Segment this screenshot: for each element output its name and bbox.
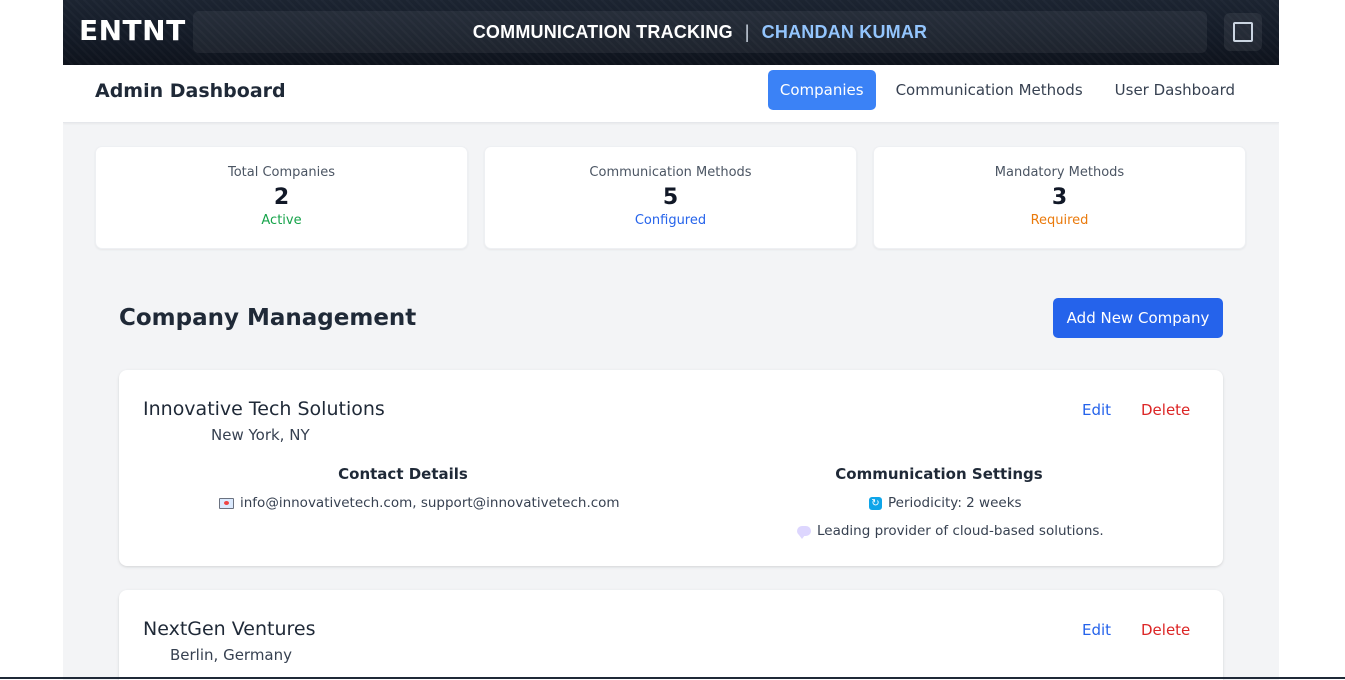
company-name: Innovative Tech Solutions [143,398,385,420]
stat-status: Configured [634,213,707,228]
user-name: CHANDAN KUMAR [761,21,928,42]
window-bottom-border [0,677,1345,679]
company-card: NextGen Ventures Berlin, Germany Edit De… [119,590,1223,680]
section-title: Company Management [119,305,417,331]
periodicity-row: ↻ Periodicity: 2 weeks [869,495,1022,511]
delete-button[interactable]: Delete [1141,621,1190,639]
stat-status: Required [1030,213,1089,228]
stat-value: 5 [662,185,679,210]
stat-card-total-companies: Total Companies 2 Active [95,146,468,249]
repeat-icon: ↻ [869,496,882,510]
square-icon [1233,22,1253,42]
app-title: COMMUNICATION TRACKING [472,21,733,42]
stat-card-mandatory-methods: Mandatory Methods 3 Required [873,146,1246,249]
tab-communication-methods[interactable]: Communication Methods [884,70,1095,110]
email-icon [219,497,234,509]
stats-row: Total Companies 2 Active Communication M… [95,146,1246,249]
logo: ENTNT [79,14,186,47]
contact-details-title: Contact Details [338,465,468,483]
company-name: NextGen Ventures [143,618,316,640]
edit-button[interactable]: Edit [1082,401,1111,419]
tab-user-dashboard[interactable]: User Dashboard [1103,70,1247,110]
company-card: Innovative Tech Solutions New York, NY E… [119,370,1223,566]
stat-value: 2 [273,185,290,210]
menu-button[interactable] [1224,13,1262,51]
title-separator: | [744,21,750,42]
company-location: New York, NY [211,426,310,444]
company-emails: info@innovativetech.com, support@innovat… [240,495,620,511]
communication-settings-title: Communication Settings [835,465,1043,483]
company-location: Berlin, Germany [170,646,293,664]
periodicity-text: Periodicity: 2 weeks [888,495,1022,511]
edit-button[interactable]: Edit [1082,621,1111,639]
speech-bubble-icon [797,526,811,539]
app-window: ENTNT COMMUNICATION TRACKING | CHANDAN K… [63,0,1279,680]
email-row: info@innovativetech.com, support@innovat… [219,495,620,511]
stat-label: Total Companies [227,165,336,180]
top-header: ENTNT COMMUNICATION TRACKING | CHANDAN K… [63,0,1279,65]
stat-status: Active [261,213,302,228]
nav-tabs: Companies Communication Methods User Das… [767,70,1247,110]
description-row: Leading provider of cloud-based solution… [797,523,1104,539]
sub-navigation: Admin Dashboard Companies Communication … [63,65,1279,123]
stat-value: 3 [1051,185,1068,210]
delete-button[interactable]: Delete [1141,401,1190,419]
stat-card-communication-methods: Communication Methods 5 Configured [484,146,857,249]
add-new-company-button[interactable]: Add New Company [1053,298,1223,338]
tab-companies[interactable]: Companies [767,70,876,110]
page-title: Admin Dashboard [95,80,286,102]
stat-label: Mandatory Methods [994,165,1125,180]
header-title-bar: COMMUNICATION TRACKING | CHANDAN KUMAR [193,11,1207,53]
stat-label: Communication Methods [589,165,752,180]
company-description: Leading provider of cloud-based solution… [817,523,1104,539]
